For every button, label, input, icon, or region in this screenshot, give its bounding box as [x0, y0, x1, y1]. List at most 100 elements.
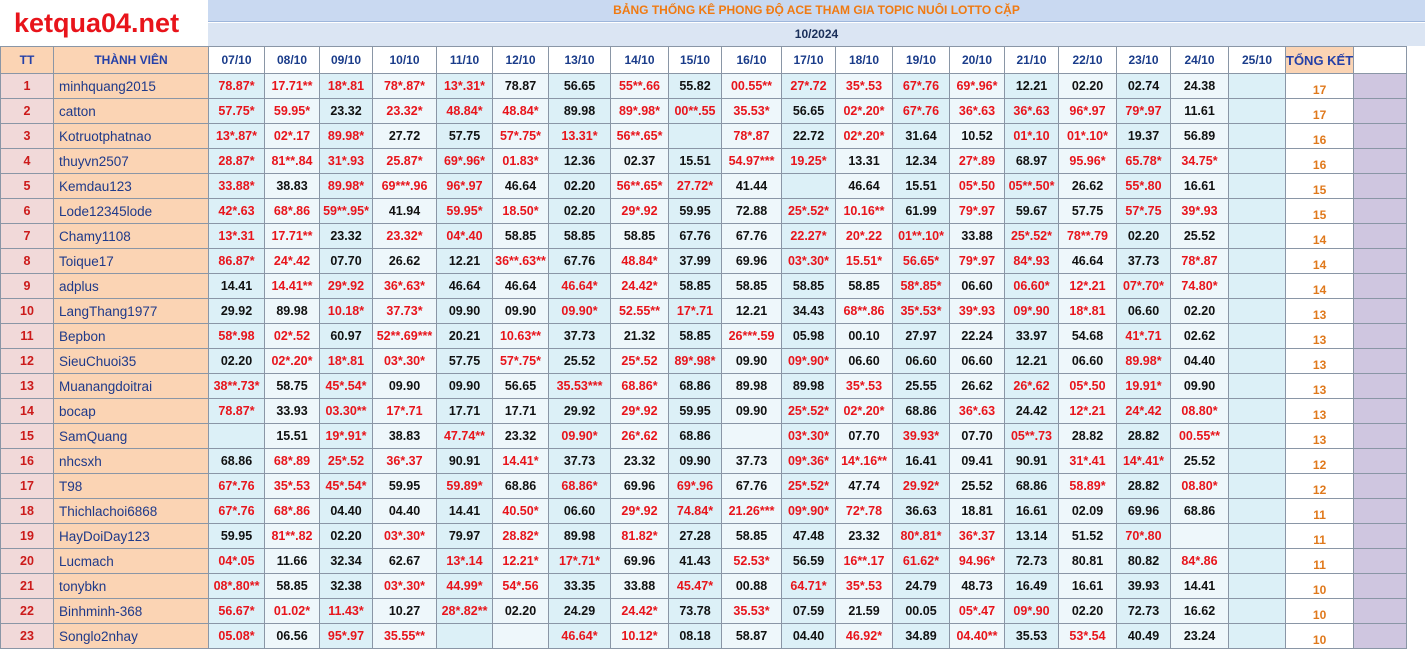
result-cell[interactable]: 05*.50 — [1058, 373, 1117, 399]
member-name[interactable]: nhcsxh — [53, 448, 209, 474]
result-cell[interactable]: 58.75 — [264, 373, 320, 399]
result-cell[interactable]: 14*.16** — [835, 448, 893, 474]
result-cell[interactable]: 46.64* — [548, 623, 611, 649]
result-cell[interactable]: 56.65 — [781, 98, 836, 124]
member-name[interactable]: minhquang2015 — [53, 73, 209, 99]
result-cell[interactable]: 58.85 — [548, 223, 611, 249]
result-cell[interactable]: 68.86 — [492, 473, 549, 499]
result-cell[interactable]: 07*.70* — [1116, 273, 1171, 299]
result-cell[interactable]: 06.60 — [548, 498, 611, 524]
result-cell[interactable]: 56.65 — [492, 373, 549, 399]
result-cell[interactable]: 04.40 — [319, 498, 373, 524]
result-cell[interactable]: 26.62 — [1058, 173, 1117, 199]
result-cell[interactable]: 09*.90 — [1004, 298, 1059, 324]
result-cell[interactable]: 68*.86 — [264, 198, 320, 224]
result-cell[interactable]: 11.61 — [1170, 98, 1229, 124]
total-cell[interactable]: 13 — [1284, 373, 1355, 399]
result-cell[interactable]: 32.34 — [319, 548, 373, 574]
member-name[interactable]: Kotruotphatnao — [53, 123, 209, 149]
result-cell[interactable]: 02.20 — [548, 198, 611, 224]
result-cell[interactable]: 02*.20* — [835, 123, 893, 149]
result-cell[interactable] — [1228, 523, 1286, 549]
extra-cell[interactable] — [1353, 323, 1408, 349]
member-name[interactable]: bocap — [53, 398, 209, 424]
result-cell[interactable]: 69.96 — [1116, 498, 1171, 524]
result-cell[interactable] — [1228, 73, 1286, 99]
total-cell[interactable]: 12 — [1284, 448, 1355, 474]
result-cell[interactable]: 55*.80 — [1116, 173, 1171, 199]
extra-cell[interactable] — [1353, 423, 1408, 449]
result-cell[interactable]: 09*.90* — [781, 348, 836, 374]
result-cell[interactable] — [668, 123, 722, 149]
result-cell[interactable]: 16.49 — [1004, 573, 1059, 599]
total-cell[interactable]: 13 — [1284, 298, 1355, 324]
result-cell[interactable]: 14.41 — [1170, 573, 1229, 599]
result-cell[interactable]: 72.88 — [721, 198, 782, 224]
result-cell[interactable]: 27.72* — [668, 173, 722, 199]
result-cell[interactable]: 09*.90 — [1004, 598, 1059, 624]
result-cell[interactable]: 23.32 — [610, 448, 669, 474]
result-cell[interactable]: 68.86 — [1004, 473, 1059, 499]
result-cell[interactable]: 38.83 — [372, 423, 437, 449]
result-cell[interactable]: 25.55 — [892, 373, 950, 399]
result-cell[interactable]: 58.85 — [668, 323, 722, 349]
extra-cell[interactable] — [1353, 598, 1408, 624]
result-cell[interactable]: 58.85 — [721, 523, 782, 549]
result-cell[interactable] — [1228, 348, 1286, 374]
result-cell[interactable]: 35*.53* — [892, 298, 950, 324]
result-cell[interactable]: 25.52 — [1170, 223, 1229, 249]
result-cell[interactable]: 57*.75* — [492, 348, 549, 374]
result-cell[interactable]: 16**.17 — [835, 548, 893, 574]
result-cell[interactable]: 69.96 — [721, 248, 782, 274]
result-cell[interactable]: 37.73 — [721, 448, 782, 474]
result-cell[interactable]: 02.20 — [1058, 598, 1117, 624]
result-cell[interactable]: 02*.52 — [264, 323, 320, 349]
result-cell[interactable]: 23.32 — [835, 523, 893, 549]
result-cell[interactable]: 05*.47 — [949, 598, 1005, 624]
result-cell[interactable]: 52.53* — [721, 548, 782, 574]
member-name[interactable]: Bepbon — [53, 323, 209, 349]
result-cell[interactable]: 23.32 — [319, 98, 373, 124]
result-cell[interactable]: 10.27 — [372, 598, 437, 624]
result-cell[interactable]: 10.52 — [949, 123, 1005, 149]
result-cell[interactable]: 08.80* — [1170, 398, 1229, 424]
result-cell[interactable]: 38**.73* — [208, 373, 265, 399]
result-cell[interactable]: 24.42 — [1004, 398, 1059, 424]
result-cell[interactable]: 08.18 — [668, 623, 722, 649]
result-cell[interactable]: 58.85 — [721, 273, 782, 299]
result-cell[interactable]: 03*.30* — [781, 248, 836, 274]
result-cell[interactable]: 61.99 — [892, 198, 950, 224]
result-cell[interactable]: 33.88 — [610, 573, 669, 599]
result-cell[interactable]: 59.95 — [668, 198, 722, 224]
total-cell[interactable]: 17 — [1284, 98, 1355, 124]
result-cell[interactable]: 26.62 — [949, 373, 1005, 399]
result-cell[interactable]: 67*.76 — [208, 498, 265, 524]
result-cell[interactable]: 02*.20* — [264, 348, 320, 374]
result-cell[interactable]: 23.32* — [372, 223, 437, 249]
result-cell[interactable]: 00.55** — [721, 73, 782, 99]
result-cell[interactable]: 02.20 — [1058, 73, 1117, 99]
extra-cell[interactable] — [1353, 273, 1408, 299]
result-cell[interactable]: 25*.52* — [781, 398, 836, 424]
extra-cell[interactable] — [1353, 473, 1408, 499]
result-cell[interactable]: 12.34 — [892, 148, 950, 174]
member-name[interactable]: Lucmach — [53, 548, 209, 574]
result-cell[interactable] — [1228, 448, 1286, 474]
result-cell[interactable]: 02.74 — [1116, 73, 1171, 99]
result-cell[interactable]: 79*.97 — [949, 198, 1005, 224]
result-cell[interactable]: 15.51 — [264, 423, 320, 449]
result-cell[interactable]: 18.81 — [949, 498, 1005, 524]
result-cell[interactable]: 67*.76 — [892, 73, 950, 99]
result-cell[interactable]: 12*.21 — [1058, 273, 1117, 299]
total-cell[interactable]: 10 — [1284, 573, 1355, 599]
result-cell[interactable]: 14.41** — [264, 273, 320, 299]
result-cell[interactable]: 69*.96* — [436, 148, 493, 174]
result-cell[interactable]: 89.98* — [319, 173, 373, 199]
result-cell[interactable]: 12*.21 — [1058, 398, 1117, 424]
result-cell[interactable]: 42*.63 — [208, 198, 265, 224]
result-cell[interactable]: 40.50* — [492, 498, 549, 524]
result-cell[interactable]: 96*.97 — [1058, 98, 1117, 124]
result-cell[interactable]: 14.41* — [492, 448, 549, 474]
result-cell[interactable]: 37.73 — [548, 323, 611, 349]
extra-cell[interactable] — [1353, 448, 1408, 474]
